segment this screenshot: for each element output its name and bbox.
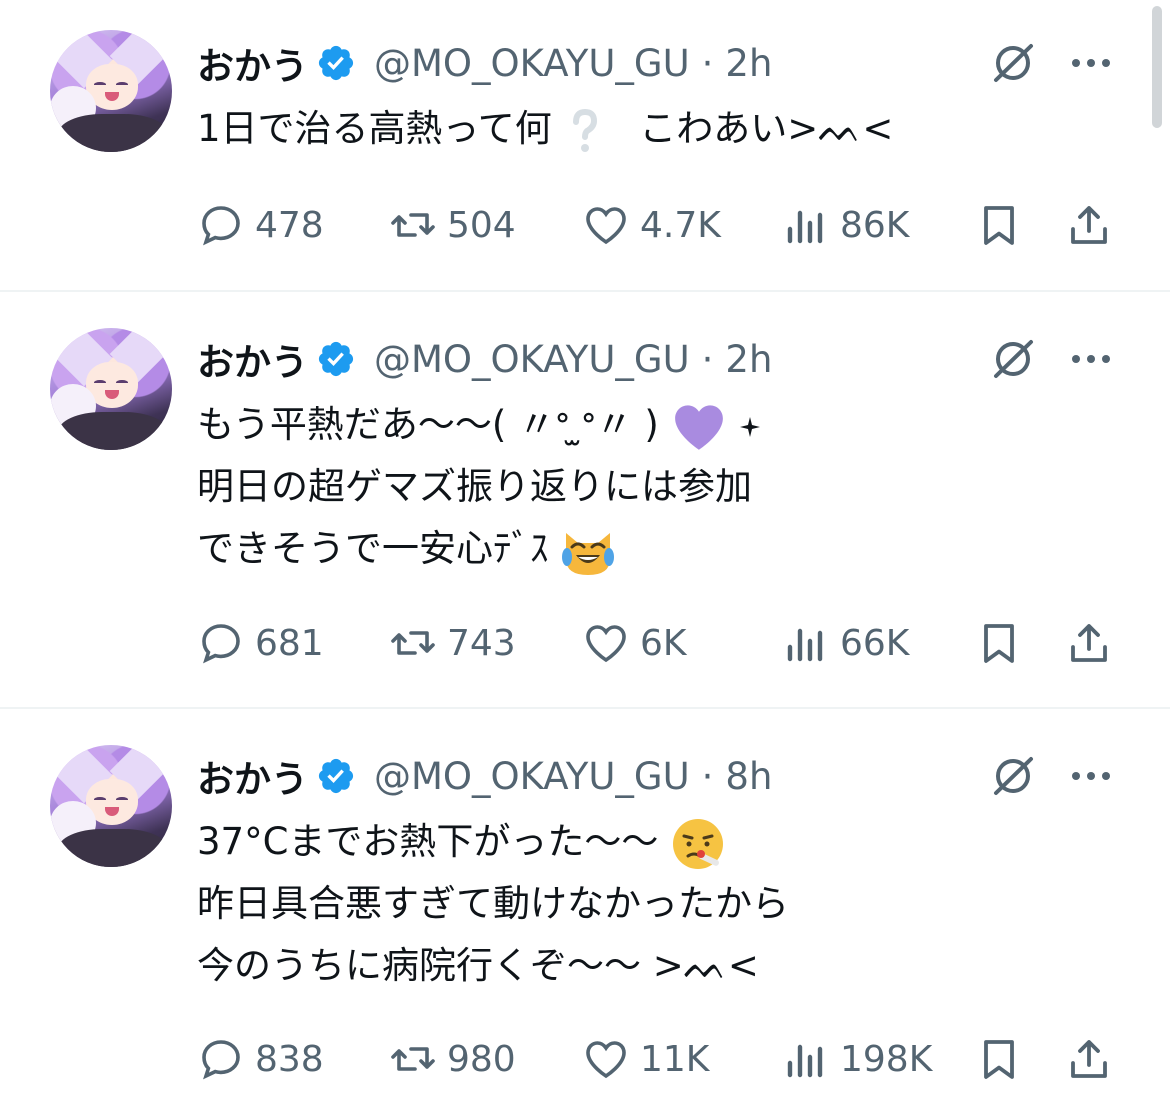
bookmark-button[interactable] — [975, 200, 1023, 250]
repost-button[interactable]: 980 — [389, 1034, 516, 1084]
tweet-header: おかう @MO_OKAYU_GU · 8h — [197, 749, 772, 803]
text-line: こわあい>ᨓ< — [639, 107, 894, 150]
heart-icon — [586, 1041, 626, 1079]
reply-count: 838 — [255, 1038, 324, 1080]
more-icon[interactable] — [1066, 751, 1116, 801]
action-bar: 478 504 4.7K 86K — [197, 200, 1117, 250]
timestamp[interactable]: 8h — [725, 755, 772, 798]
timestamp[interactable]: 2h — [725, 42, 772, 85]
like-button[interactable]: 4.7K — [582, 200, 721, 250]
bookmark-button[interactable] — [975, 1034, 1023, 1084]
text-line: もう平熱だあ〜〜( 〃ᐤ ̫ᐤ〃 ) — [197, 403, 659, 446]
like-count: 6K — [640, 622, 687, 664]
reply-count: 681 — [255, 622, 324, 664]
cat-joy-emoji-icon — [562, 532, 615, 575]
share-icon — [1071, 624, 1107, 662]
views-count: 86K — [840, 204, 910, 246]
verified-badge-icon — [318, 45, 354, 81]
views-button[interactable]: 86K — [782, 200, 909, 250]
thermometer-face-emoji-icon — [673, 818, 724, 869]
author-name[interactable]: おかう — [197, 749, 308, 803]
grok-icon[interactable] — [988, 38, 1038, 88]
repost-icon — [391, 631, 435, 655]
repost-button[interactable]: 504 — [389, 200, 516, 250]
repost-icon — [391, 213, 435, 237]
tweet-1[interactable]: おかう @MO_OKAYU_GU · 2h 1日で治る高熱って何 こわあい>ᨓ<… — [0, 0, 1156, 292]
author-name[interactable]: おかう — [197, 36, 308, 90]
tweet-2[interactable]: おかう @MO_OKAYU_GU · 2h もう平熱だあ〜〜( 〃ᐤ ̫ᐤ〃 )… — [0, 292, 1156, 708]
text-line: 明日の超ゲマズ振り返りには参加 — [197, 465, 752, 508]
tweet-header: おかう @MO_OKAYU_GU · 2h — [197, 332, 772, 386]
text-line: 今のうちに病院行くぞ〜〜 >ᨓ< — [197, 944, 759, 987]
tweet-3[interactable]: おかう @MO_OKAYU_GU · 8h 37°Cまでお熱下がった〜〜 昨日具… — [0, 709, 1156, 1093]
separator: · — [701, 754, 714, 798]
action-bar: 838 980 11K 198K — [197, 1034, 1117, 1084]
reply-button[interactable]: 681 — [197, 618, 324, 668]
avatar[interactable] — [50, 745, 172, 867]
like-button[interactable]: 11K — [582, 1034, 709, 1084]
share-button[interactable] — [1065, 200, 1113, 250]
views-count: 198K — [840, 1038, 933, 1080]
bookmark-icon — [984, 624, 1014, 663]
reply-count: 478 — [255, 204, 324, 246]
like-count: 11K — [640, 1038, 710, 1080]
reply-icon — [202, 624, 240, 664]
views-button[interactable]: 198K — [782, 1034, 932, 1084]
text-line: 37°Cまでお熱下がった〜〜 — [197, 820, 659, 863]
bookmark-icon — [984, 1040, 1014, 1079]
views-icon — [787, 1044, 823, 1078]
reply-icon — [202, 206, 240, 246]
views-icon — [787, 628, 823, 662]
share-icon — [1071, 1040, 1107, 1078]
tweet-header: おかう @MO_OKAYU_GU · 2h — [197, 36, 772, 90]
tweet-text: 37°Cまでお熱下がった〜〜 昨日具合悪すぎて動けなかったから 今のうちに病院行… — [197, 811, 789, 997]
text-line: 昨日具合悪すぎて動けなかったから — [197, 882, 789, 925]
views-icon — [787, 210, 823, 244]
like-button[interactable]: 6K — [582, 618, 687, 668]
text-line: できそうで一安心ﾃﾞｽ — [197, 527, 549, 570]
more-icon[interactable] — [1066, 38, 1116, 88]
tweet-text: もう平熱だあ〜〜( 〃ᐤ ̫ᐤ〃 ) 明日の超ゲマズ振り返りには参加 できそうで… — [197, 394, 762, 580]
grok-icon[interactable] — [988, 334, 1038, 384]
action-bar: 681 743 6K 66K — [197, 618, 1117, 668]
reply-icon — [202, 1040, 240, 1080]
timestamp[interactable]: 2h — [725, 338, 772, 381]
purple-heart-emoji-icon — [674, 404, 723, 450]
separator: · — [701, 41, 714, 85]
grok-icon[interactable] — [988, 751, 1038, 801]
avatar[interactable] — [50, 328, 172, 450]
bookmark-button[interactable] — [975, 618, 1023, 668]
sparkle-icon — [740, 416, 761, 437]
bookmark-icon — [984, 206, 1014, 245]
heart-icon — [586, 625, 626, 663]
author-handle[interactable]: @MO_OKAYU_GU — [374, 42, 690, 85]
avatar[interactable] — [50, 30, 172, 152]
share-icon — [1071, 206, 1107, 244]
text-line: 1日で治る高熱って何 — [197, 107, 552, 150]
like-count: 4.7K — [640, 204, 721, 246]
author-handle[interactable]: @MO_OKAYU_GU — [374, 338, 690, 381]
separator: · — [701, 337, 714, 381]
verified-badge-icon — [318, 758, 354, 794]
views-count: 66K — [840, 622, 910, 664]
author-handle[interactable]: @MO_OKAYU_GU — [374, 755, 690, 798]
author-name[interactable]: おかう — [197, 332, 308, 386]
repost-icon — [391, 1047, 435, 1071]
reply-button[interactable]: 478 — [197, 200, 324, 250]
tweet-text: 1日で治る高熱って何 こわあい>ᨓ< — [197, 98, 893, 160]
more-icon[interactable] — [1066, 334, 1116, 384]
verified-badge-icon — [318, 341, 354, 377]
heart-icon — [586, 207, 626, 245]
repost-button[interactable]: 743 — [389, 618, 516, 668]
views-button[interactable]: 66K — [782, 618, 909, 668]
reply-button[interactable]: 838 — [197, 1034, 324, 1084]
share-button[interactable] — [1065, 618, 1113, 668]
share-button[interactable] — [1065, 1034, 1113, 1084]
question-emoji-icon — [573, 108, 598, 152]
repost-count: 743 — [447, 622, 516, 664]
repost-count: 504 — [447, 204, 516, 246]
repost-count: 980 — [447, 1038, 516, 1080]
